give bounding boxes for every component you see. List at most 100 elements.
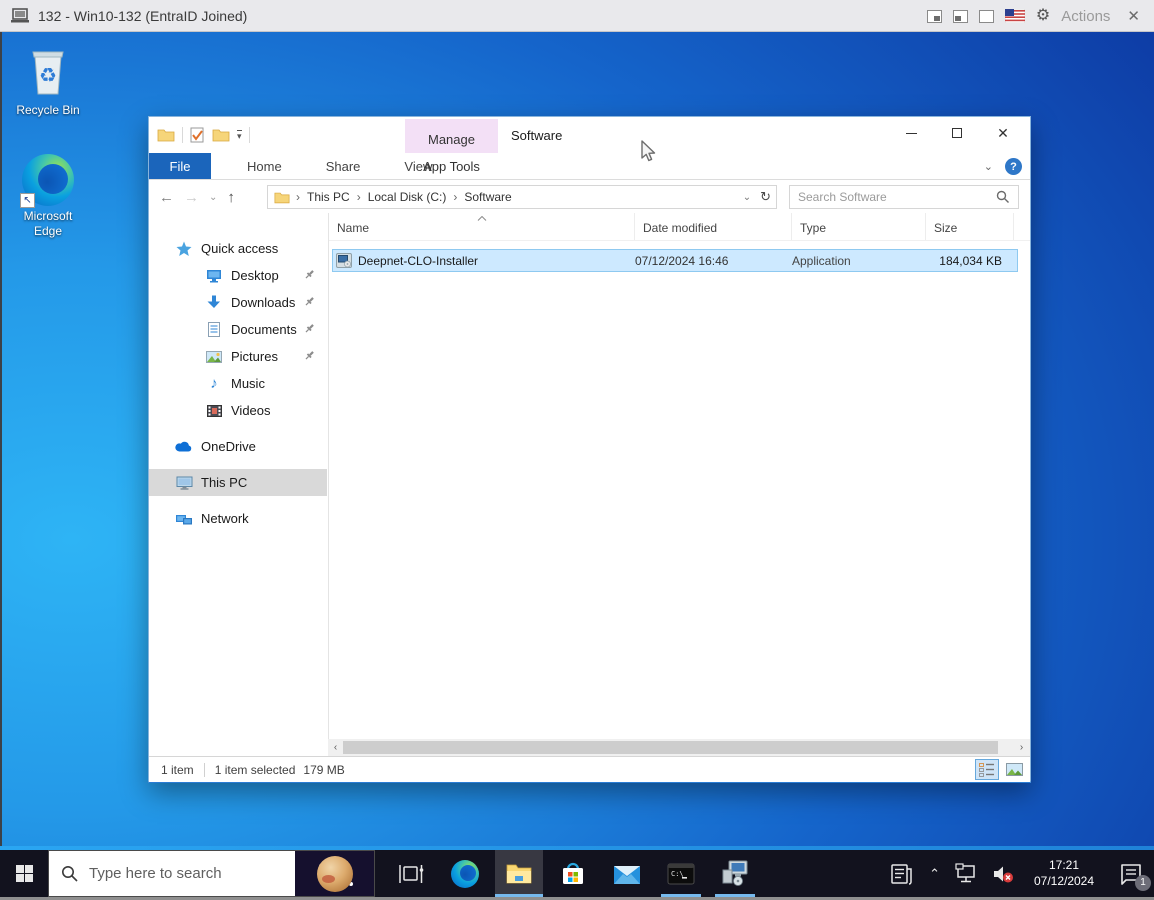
clock-date: 07/12/2024 [1028,874,1100,890]
explorer-titlebar[interactable]: ▾ Manage Software ✕ [149,117,1030,153]
sidebar-item-documents[interactable]: Documents [149,316,327,343]
scroll-right-icon[interactable]: › [1014,742,1029,753]
sidebar-item-label: Downloads [231,295,295,310]
news-and-interests-icon[interactable] [889,862,915,886]
vm-view-mode-2-icon[interactable] [953,10,968,23]
tab-home[interactable]: Home [225,153,304,179]
maximize-button[interactable] [934,117,980,149]
microsoft-store-icon [560,861,586,887]
breadcrumb-software[interactable]: Software [464,190,511,204]
search-highlight-tile[interactable] [295,851,374,896]
action-center-button[interactable]: 1 [1118,862,1144,886]
sidebar-item-videos[interactable]: Videos [149,397,327,424]
edge-icon [451,860,479,888]
tab-share[interactable]: Share [304,153,383,179]
start-button[interactable] [0,850,48,897]
details-view-button[interactable] [975,759,999,780]
contextual-tab-manage[interactable]: Manage [405,119,498,153]
keyboard-layout-flag-icon[interactable] [1005,9,1025,23]
taskbar-search-box[interactable] [48,850,375,897]
address-bar[interactable]: › This PC › Local Disk (C:) › Software ⌄… [267,185,777,209]
taskbar-cmd-button[interactable]: C:\ [657,850,705,897]
taskbar-search-input[interactable] [79,865,295,882]
column-header-type[interactable]: Type [792,213,926,240]
desktop-icon-microsoft-edge[interactable]: ↖ Microsoft Edge [0,154,96,239]
sidebar-item-desktop[interactable]: Desktop [149,262,327,289]
vm-view-mode-1-icon[interactable] [927,10,942,23]
tab-app-tools[interactable]: App Tools [405,153,498,180]
vm-view-mode-3-icon[interactable] [979,10,994,23]
close-button[interactable]: ✕ [980,117,1026,149]
taskbar-installer-button[interactable] [711,850,759,897]
pin-icon [304,350,315,361]
vm-close-icon[interactable]: ✕ [1127,7,1140,25]
search-box[interactable] [789,185,1019,209]
window-title: Software [511,117,562,153]
taskbar-store-button[interactable] [549,850,597,897]
thumbnail-view-button[interactable] [1002,759,1026,780]
volume-muted-icon[interactable] [992,864,1014,884]
horizontal-scrollbar[interactable]: ‹ › [328,739,1030,756]
sidebar-item-this-pc[interactable]: This PC [149,469,327,496]
vm-actions-gear-icon[interactable]: ⚙ [1036,8,1050,24]
minimize-icon [906,133,917,134]
qat-properties-icon[interactable] [190,127,205,143]
qat-new-folder-icon[interactable] [212,128,230,142]
search-icon[interactable] [996,190,1010,204]
minimize-button[interactable] [888,117,934,149]
status-bar: 1 item 1 item selected 179 MB [149,756,1030,782]
status-item-count: 1 item [161,763,194,777]
breadcrumb-this-pc[interactable]: This PC [307,190,350,204]
vm-actions-label[interactable]: Actions [1061,8,1110,25]
desktop-icon-recycle-bin[interactable]: ♻ Recycle Bin [0,44,96,118]
scroll-left-icon[interactable]: ‹ [328,742,343,753]
column-header-date-modified[interactable]: Date modified [635,213,792,240]
sidebar-item-onedrive[interactable]: OneDrive [149,433,327,460]
hidden-icons-chevron-icon[interactable]: ⌃ [929,866,940,882]
help-icon[interactable]: ? [1005,158,1022,175]
vm-titlebar: 132 - Win10-132 (EntraID Joined) ⚙ Actio… [0,0,1154,32]
navigation-pane: Quick access Desktop Downloads [149,213,327,739]
system-tray: ⌃ 17:21 07/12/2024 [889,850,1154,897]
task-view-icon [398,862,424,886]
taskbar-edge-button[interactable] [441,850,489,897]
taskbar-clock[interactable]: 17:21 07/12/2024 [1028,858,1100,889]
sidebar-item-pictures[interactable]: Pictures [149,343,327,370]
scrollbar-thumb[interactable] [343,741,998,754]
breadcrumb-local-disk-c[interactable]: Local Disk (C:) [368,190,447,204]
downloads-icon [205,295,223,311]
sidebar-item-label: Music [231,376,265,391]
sidebar-item-music[interactable]: ♪ Music [149,370,327,397]
ribbon-collapse-chevron-icon[interactable]: ⌄ [984,160,993,173]
refresh-icon[interactable]: ↻ [760,189,771,205]
pin-icon [304,296,315,307]
recent-locations-chevron-icon[interactable]: ⌄ [209,192,217,203]
qat-customize-dropdown-icon[interactable]: ▾ [237,130,242,141]
thumbnail-view-icon [1006,763,1023,776]
back-icon[interactable]: ← [159,189,174,206]
taskbar-search-icon [61,865,79,883]
address-dropdown-chevron-icon[interactable]: ⌄ [743,192,751,203]
column-headers: Name Date modified Type Size [329,213,1030,241]
taskbar-file-explorer-button[interactable] [495,850,543,897]
crumb-sep-icon: › [357,190,361,204]
sidebar-item-network[interactable]: Network [149,505,327,532]
taskbar-mail-button[interactable] [603,850,651,897]
quick-access-star-icon [175,241,193,257]
up-icon[interactable]: ↑ [227,189,235,206]
file-row-deepnet-clo-installer[interactable]: Deepnet-CLO-Installer 07/12/2024 16:46 A… [332,249,1018,272]
ribbon-tabs: File Home Share View App Tools [149,153,1030,180]
mouse-cursor [638,140,660,164]
task-view-button[interactable] [387,850,435,897]
search-input[interactable] [790,190,996,204]
videos-icon [205,403,223,419]
forward-icon[interactable]: → [184,189,199,206]
file-type: Application [792,254,926,268]
column-header-size[interactable]: Size [926,213,1014,240]
sidebar-item-quick-access[interactable]: Quick access [149,235,327,262]
network-tray-icon[interactable] [954,863,978,884]
notification-badge: 1 [1135,875,1151,891]
column-header-name[interactable]: Name [329,213,635,240]
tab-file[interactable]: File [149,153,211,179]
sidebar-item-downloads[interactable]: Downloads [149,289,327,316]
